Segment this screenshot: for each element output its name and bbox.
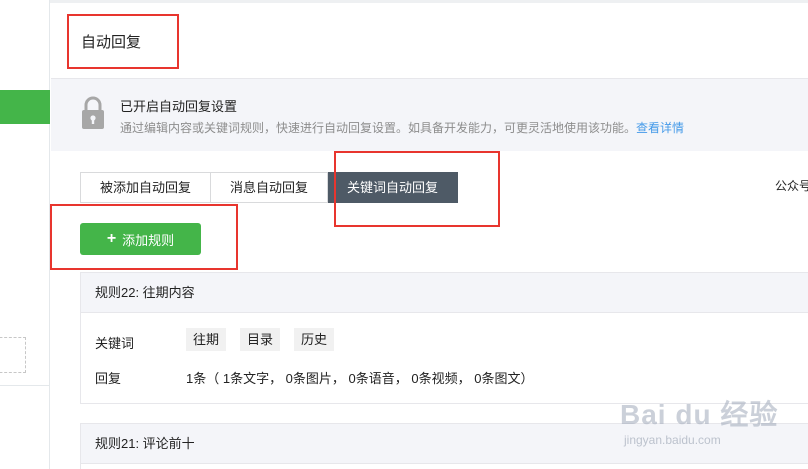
keyword-label: 关键词 [95, 336, 135, 351]
reply-label: 回复 [95, 371, 122, 386]
reply-summary: 1条（ 1条文字， 0条图片， 0条语音， 0条视频， 0条图文） [186, 371, 534, 386]
tab-added-reply[interactable]: 被添加自动回复 [80, 172, 212, 203]
notice-description: 通过编辑内容或关键词规则，快速进行自动回复设置。如具备开发能力，可更灵活地使用该… [120, 119, 684, 136]
keyword-tag: 往期 [186, 328, 227, 351]
keyword-tag: 历史 [294, 328, 335, 351]
sidebar-divider [0, 385, 50, 386]
status-notice: 已开启自动回复设置 通过编辑内容或关键词规则，快速进行自动回复设置。如具备开发能… [51, 79, 808, 151]
annotation-box-add-button [50, 204, 238, 270]
annotation-box-tab [334, 151, 500, 227]
rule-card[interactable]: 规则22: 往期内容 关键词 往期 目录 历史 回复 1条（ 1条文字， 0条图… [80, 272, 808, 404]
baidu-watermark: Bai du 经验 jingyan.baidu.com [620, 393, 779, 447]
tab-message-reply[interactable]: 消息自动回复 [211, 172, 329, 203]
watermark-logo: Bai du 经验 [620, 399, 779, 430]
keyword-list: 往期 目录 历史 [186, 328, 335, 351]
notice-description-text: 通过编辑内容或关键词规则，快速进行自动回复设置。如具备开发能力，可更灵活地使用该… [120, 121, 637, 135]
notice-title: 已开启自动回复设置 [120, 99, 238, 114]
rule-title: 规则22: 往期内容 [81, 273, 808, 313]
watermark-url: jingyan.baidu.com [624, 433, 721, 447]
view-details-link[interactable]: 查看详情 [636, 121, 684, 135]
sidebar-dashed-placeholder[interactable] [0, 337, 26, 373]
sidebar-active-item[interactable] [0, 90, 50, 124]
account-label: 公众号 [775, 179, 808, 193]
lock-icon [82, 96, 104, 129]
keyword-tag: 目录 [240, 328, 281, 351]
sidebar [0, 0, 50, 469]
annotation-box-title [67, 14, 179, 69]
